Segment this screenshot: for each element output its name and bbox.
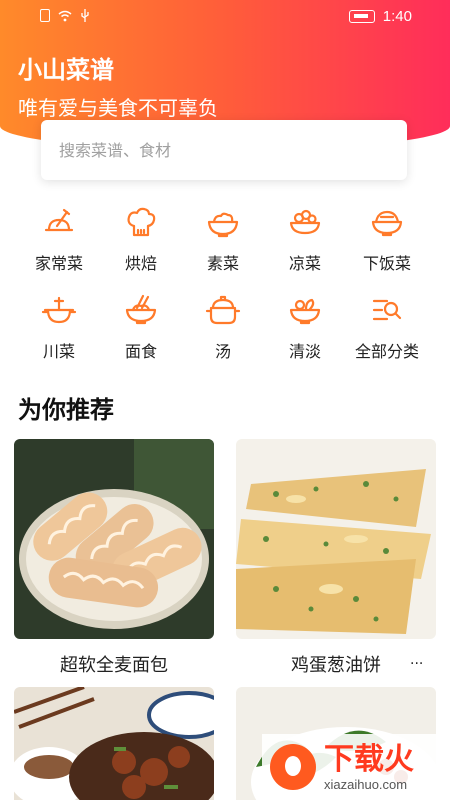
category-label: 家常菜 — [34, 254, 83, 273]
category-label: 川菜 — [42, 342, 75, 361]
category-item-noodles[interactable]: 面食 — [100, 286, 182, 374]
search-input[interactable] — [59, 140, 359, 160]
category-grid: 家常菜 烘焙 素菜 凉菜 下饭菜 川菜 面食 汤 清淡 全部分类 — [0, 198, 450, 374]
category-item-cold-dishes[interactable]: 凉菜 — [264, 198, 346, 286]
rice-bowl-icon — [371, 210, 403, 237]
download-logo-icon — [270, 744, 316, 790]
app-subtitle: 唯有爱与美食不可辜负 — [18, 96, 218, 120]
app-title: 小山菜谱 — [18, 56, 114, 84]
category-label: 下饭菜 — [362, 254, 411, 273]
search-box[interactable] — [41, 120, 407, 180]
veggie-bowl-icon — [207, 212, 239, 238]
cold-dish-icon — [289, 209, 321, 235]
category-label: 清淡 — [288, 342, 321, 361]
watermark-url: xiazaihuo.com — [324, 776, 408, 792]
recipe-image — [14, 439, 214, 639]
recipe-image — [236, 439, 436, 639]
recipe-name: 鸡蛋葱油饼 — [291, 655, 381, 676]
status-bar: 1:40 — [0, 0, 450, 32]
category-item-all[interactable]: 全部分类 — [346, 286, 428, 374]
sim-icon — [40, 9, 50, 22]
category-item-baking[interactable]: 烘焙 — [100, 198, 182, 286]
watermark: 下载火 xiazaihuo.com — [262, 734, 450, 800]
category-item-sichuan[interactable]: 川菜 — [18, 286, 100, 374]
recipe-card[interactable]: 鸡蛋葱油饼 — [236, 439, 436, 677]
all-categories-icon — [372, 299, 402, 321]
toque-icon — [127, 207, 156, 237]
category-label: 烘焙 — [124, 254, 157, 273]
category-label: 汤 — [214, 342, 231, 361]
recipe-image — [14, 687, 214, 800]
category-label: 凉菜 — [288, 254, 321, 273]
recipe-name: 超软全麦面包 — [60, 655, 168, 676]
battery-icon — [348, 10, 375, 23]
usb-icon — [81, 9, 89, 22]
wifi-icon — [58, 10, 72, 21]
chef-hat-icon — [44, 208, 74, 232]
category-label: 面食 — [124, 342, 157, 361]
category-item-home-cooking[interactable]: 家常菜 — [18, 198, 100, 286]
recipe-card[interactable]: 超软全麦面包 — [14, 439, 214, 677]
noodle-bowl-icon — [125, 294, 157, 325]
watermark-title: 下载火 — [324, 741, 414, 777]
category-item-light[interactable]: 清淡 — [264, 286, 346, 374]
category-item-vegetarian[interactable]: 素菜 — [182, 198, 264, 286]
category-label: 全部分类 — [354, 342, 419, 361]
salad-icon — [289, 298, 321, 325]
status-time: 1:40 — [382, 8, 412, 25]
soup-pot-icon — [205, 295, 241, 325]
category-item-soup[interactable]: 汤 — [182, 286, 264, 374]
more-ellipsis: ... — [410, 652, 424, 668]
category-label: 素菜 — [206, 254, 239, 273]
hotpot-icon — [41, 296, 77, 324]
category-item-rice-dishes[interactable]: 下饭菜 — [346, 198, 428, 286]
recipe-card[interactable] — [14, 687, 214, 800]
recommend-title: 为你推荐 — [18, 396, 114, 424]
